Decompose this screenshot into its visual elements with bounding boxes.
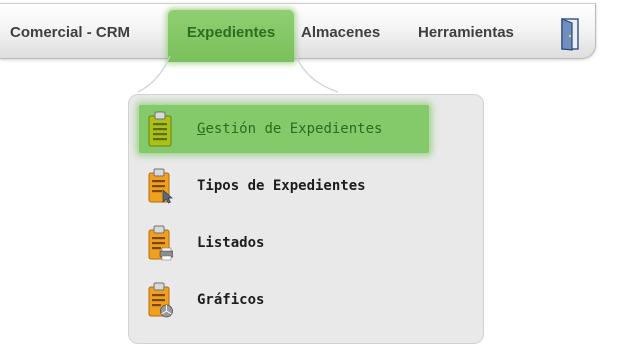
clipboard-cursor-icon [148, 168, 173, 204]
app-stage: Comercial - CRM Expedientes Almacenes He… [0, 0, 620, 355]
menu-item-gestion-expedientes[interactable]: Gestión de Expedientes [139, 105, 429, 153]
menu-item-label: Gestión de Expedientes [197, 121, 383, 137]
expedientes-dropdown: Gestión de Expedientes Tipos de Expedien… [128, 94, 484, 344]
menu-item-label: Gráficos [197, 292, 265, 308]
clipboard-printer-icon [148, 225, 173, 261]
door-exit-icon[interactable] [559, 17, 581, 51]
dropdown-connector [138, 56, 338, 93]
menu-herramientas[interactable]: Herramientas [418, 13, 514, 53]
menu-comercial-crm[interactable]: Comercial - CRM [10, 13, 130, 53]
menu-almacenes[interactable]: Almacenes [301, 13, 380, 53]
menu-item-label: Tipos de Expedientes [197, 178, 366, 194]
clipboard-piechart-icon [148, 282, 173, 318]
menu-item-label: Listados [197, 235, 265, 251]
main-menubar: Comercial - CRM Expedientes Almacenes He… [0, 3, 596, 62]
menu-item-graficos[interactable]: Gráficos [139, 276, 429, 324]
menu-item-listados[interactable]: Listados [139, 219, 429, 267]
menu-expedientes[interactable]: Expedientes [168, 10, 294, 62]
menu-item-tipos-expedientes[interactable]: Tipos de Expedientes [139, 162, 429, 210]
clipboard-list-icon [148, 111, 172, 147]
